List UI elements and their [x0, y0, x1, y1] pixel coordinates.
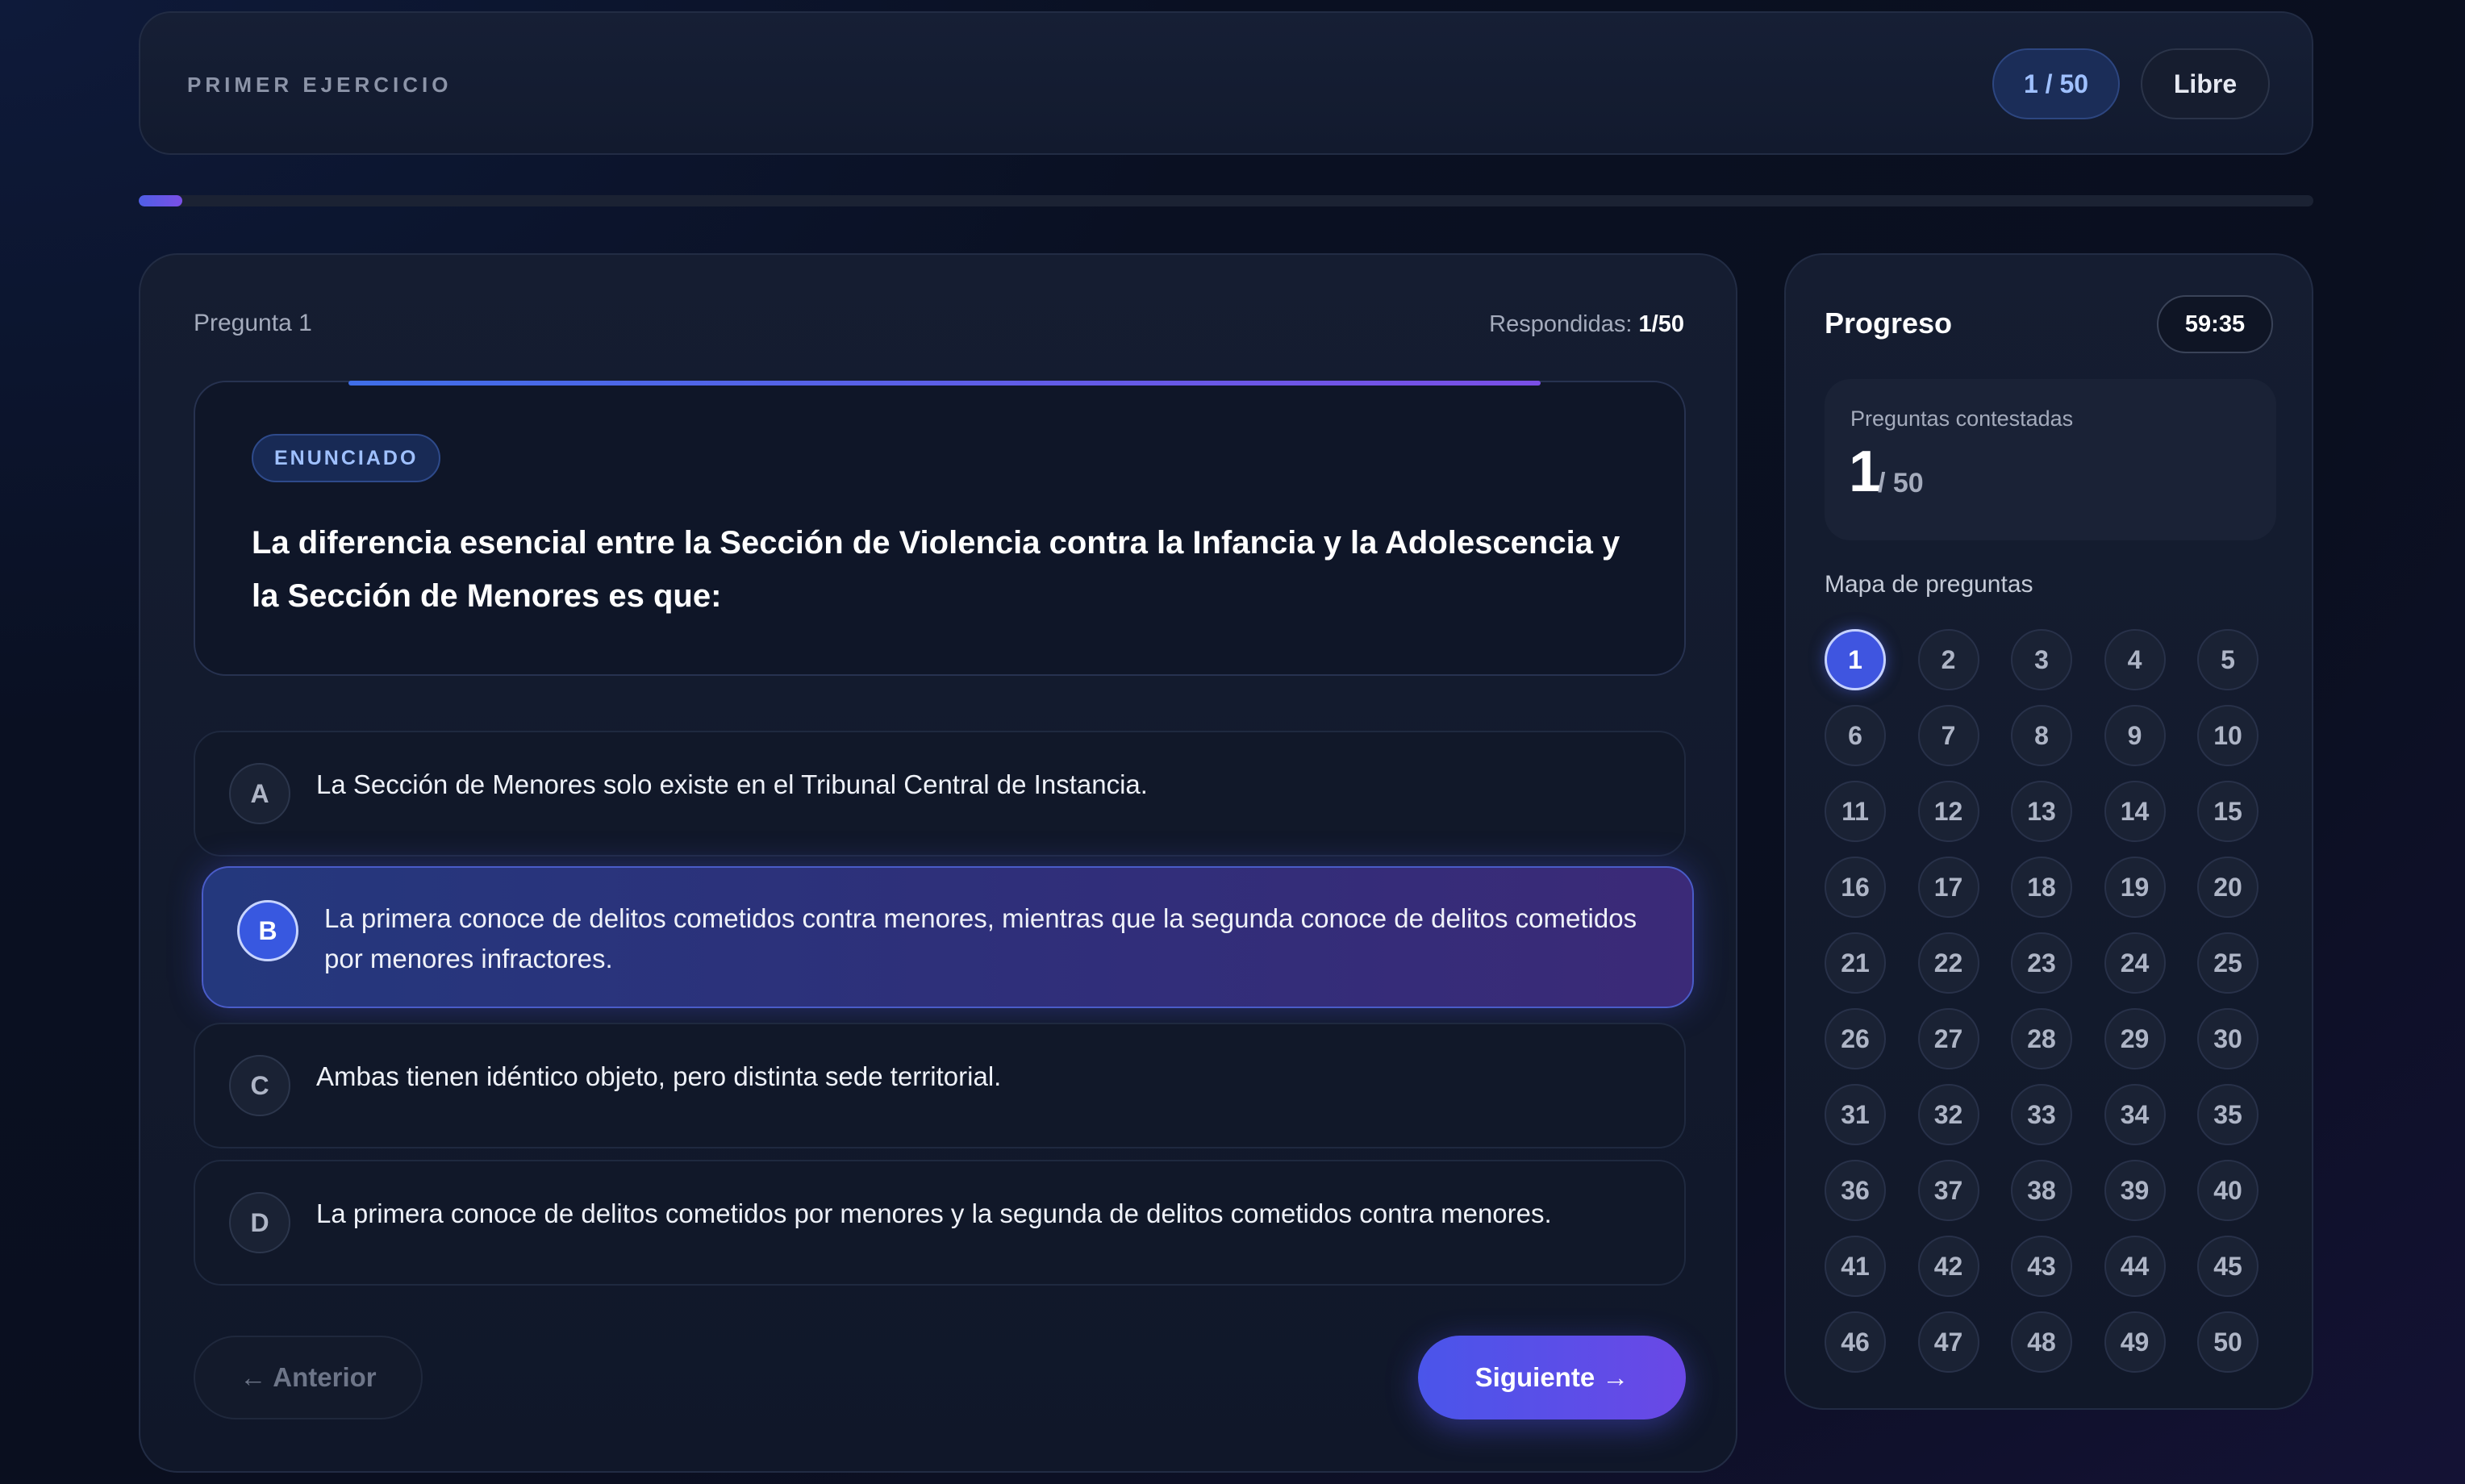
question-map-item[interactable]: 26	[1825, 1008, 1886, 1069]
question-map-item[interactable]: 29	[2104, 1008, 2166, 1069]
question-map-item[interactable]: 47	[1917, 1311, 1979, 1373]
question-map-item[interactable]: 15	[2197, 781, 2259, 842]
option-text: La Sección de Menores solo existe en el …	[316, 769, 1148, 799]
exam-title: PRIMER EJERCICIO	[187, 73, 453, 97]
question-map-item[interactable]: 2	[1917, 629, 1979, 690]
question-map-item[interactable]: 49	[2104, 1311, 2166, 1373]
question-map-item[interactable]: 45	[2197, 1236, 2259, 1297]
question-label: Pregunta 1	[194, 310, 312, 336]
option-d[interactable]: D La primera conoce de delitos cometidos…	[194, 1160, 1686, 1286]
progress-bar	[139, 195, 2313, 206]
question-map-item[interactable]: 31	[1825, 1084, 1886, 1145]
statement-box: ENUNCIADO La diferencia esencial entre l…	[194, 381, 1686, 676]
question-map-item[interactable]: 35	[2197, 1084, 2259, 1145]
question-map-item[interactable]: 30	[2197, 1008, 2259, 1069]
question-map-item[interactable]: 10	[2197, 705, 2259, 766]
question-map-item[interactable]: 11	[1825, 781, 1886, 842]
question-map-item[interactable]: 14	[2104, 781, 2166, 842]
progress-panel: Progreso 59:35 Preguntas contestadas 1 /…	[1784, 253, 2313, 1410]
question-map-item[interactable]: 6	[1825, 705, 1886, 766]
question-map-item[interactable]: 8	[2011, 705, 2072, 766]
question-map-item[interactable]: 18	[2011, 857, 2072, 918]
question-map-item[interactable]: 36	[1825, 1160, 1886, 1221]
question-map-item[interactable]: 48	[2011, 1311, 2072, 1373]
question-map-item[interactable]: 16	[1825, 857, 1886, 918]
answered-counter-value: 1/50	[1638, 311, 1684, 337]
question-map-item[interactable]: 23	[2011, 932, 2072, 994]
question-map-item[interactable]: 17	[1917, 857, 1979, 918]
question-map-label: Mapa de preguntas	[1825, 571, 2033, 598]
question-map-item[interactable]: 33	[2011, 1084, 2072, 1145]
question-map-item[interactable]: 24	[2104, 932, 2166, 994]
option-letter: D	[229, 1192, 290, 1253]
answered-summary-total: / 50	[1878, 468, 1924, 498]
question-map-item[interactable]: 40	[2197, 1160, 2259, 1221]
option-c[interactable]: C Ambas tienen idéntico objeto, pero dis…	[194, 1023, 1686, 1148]
exam-header: PRIMER EJERCICIO 1 / 50 Libre	[139, 11, 2313, 155]
question-card: Pregunta 1 Respondidas: 1/50 ENUNCIADO L…	[139, 253, 1737, 1473]
question-map-item[interactable]: 4	[2104, 629, 2166, 690]
option-text: La primera conoce de delitos cometidos c…	[324, 903, 1637, 973]
question-map-item[interactable]: 42	[1917, 1236, 1979, 1297]
mode-pill[interactable]: Libre	[2141, 48, 2270, 119]
question-map-item[interactable]: 32	[1917, 1084, 1979, 1145]
question-map-item[interactable]: 7	[1917, 705, 1979, 766]
question-map-item[interactable]: 43	[2011, 1236, 2072, 1297]
question-map-item[interactable]: 38	[2011, 1160, 2072, 1221]
statement-accent-line	[348, 381, 1541, 386]
option-letter: A	[229, 763, 290, 824]
answered-counter-label: Respondidas:	[1489, 311, 1639, 337]
option-text: Ambas tienen idéntico objeto, pero disti…	[316, 1061, 1002, 1091]
progress-title: Progreso	[1825, 306, 1953, 340]
question-map-item[interactable]: 39	[2104, 1160, 2166, 1221]
timer-badge: 59:35	[2157, 295, 2273, 353]
question-map-item[interactable]: 50	[2197, 1311, 2259, 1373]
question-map-item[interactable]: 41	[1825, 1236, 1886, 1297]
question-map-item[interactable]: 34	[2104, 1084, 2166, 1145]
previous-button[interactable]: ← Anterior	[194, 1336, 423, 1419]
question-map-item[interactable]: 22	[1917, 932, 1979, 994]
question-map-item[interactable]: 3	[2011, 629, 2072, 690]
option-letter: C	[229, 1055, 290, 1116]
option-letter: B	[237, 900, 298, 961]
answered-summary-value: 1	[1849, 440, 1882, 504]
question-map-item[interactable]: 13	[2011, 781, 2072, 842]
next-button[interactable]: Siguiente →	[1418, 1336, 1686, 1419]
option-b[interactable]: B La primera conoce de delitos cometidos…	[202, 866, 1694, 1008]
question-map-item[interactable]: 28	[2011, 1008, 2072, 1069]
question-map-item[interactable]: 37	[1917, 1160, 1979, 1221]
question-map-item[interactable]: 1	[1825, 629, 1886, 690]
question-map-item[interactable]: 27	[1917, 1008, 1979, 1069]
question-map-item[interactable]: 46	[1825, 1311, 1886, 1373]
statement-text: La diferencia esencial entre la Sección …	[252, 525, 1620, 614]
answered-summary-label: Preguntas contestadas	[1850, 406, 2074, 431]
progress-bar-fill	[139, 195, 182, 206]
question-map-item[interactable]: 44	[2104, 1236, 2166, 1297]
option-text: La primera conoce de delitos cometidos p…	[316, 1198, 1552, 1228]
answered-counter: Respondidas: 1/50	[1489, 311, 1684, 338]
question-counter-pill: 1 / 50	[1992, 48, 2120, 119]
question-map-item[interactable]: 9	[2104, 705, 2166, 766]
question-map-item[interactable]: 19	[2104, 857, 2166, 918]
option-a[interactable]: A La Sección de Menores solo existe en e…	[194, 731, 1686, 857]
statement-badge: ENUNCIADO	[252, 434, 441, 482]
question-map-item[interactable]: 20	[2197, 857, 2259, 918]
question-map-item[interactable]: 5	[2197, 629, 2259, 690]
answered-summary: Preguntas contestadas 1 / 50	[1825, 379, 2276, 540]
question-map-item[interactable]: 12	[1917, 781, 1979, 842]
question-map-item[interactable]: 21	[1825, 932, 1886, 994]
question-map-grid: 1 2 3 4 5 6 7 8 9 10 11 12 13 14 15 16 17 18 19 20 21 22 23 24 2…	[1825, 629, 2276, 1373]
question-map-item[interactable]: 25	[2197, 932, 2259, 994]
